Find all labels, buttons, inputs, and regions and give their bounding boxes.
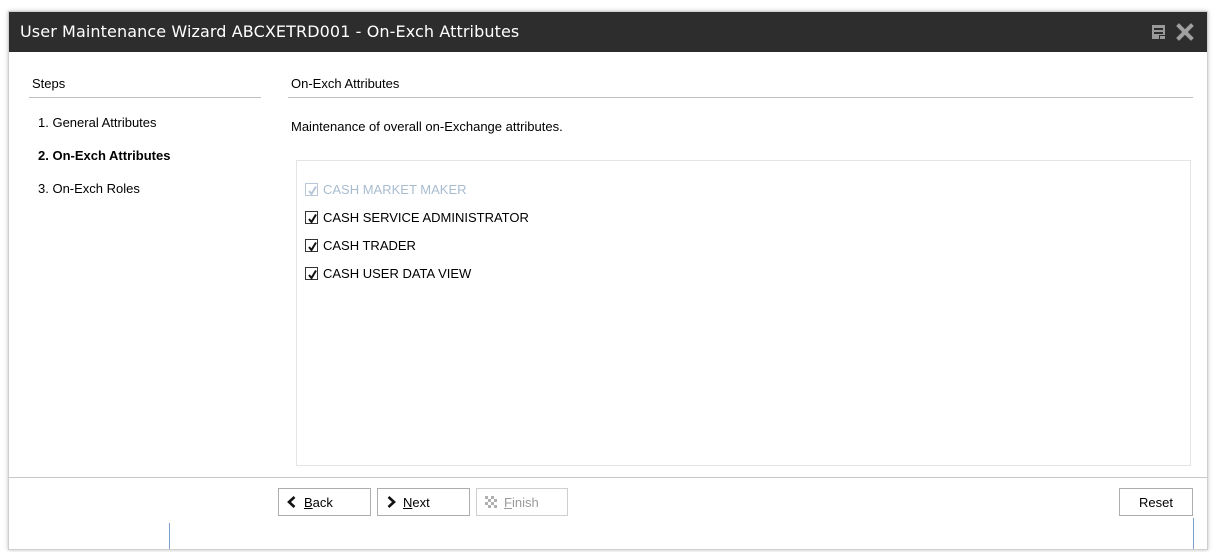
next-button[interactable]: Next — [377, 488, 470, 516]
status-divider-right — [1193, 518, 1194, 549]
page-description: Maintenance of overall on-Exchange attri… — [291, 119, 563, 134]
footer-divider — [9, 477, 1207, 478]
step-general-attributes[interactable]: 1. General Attributes — [38, 115, 157, 130]
reset-button[interactable]: Reset — [1119, 488, 1193, 516]
step-on-exch-attributes[interactable]: 2. On-Exch Attributes — [38, 148, 170, 163]
status-divider-left — [169, 523, 170, 549]
wizard-window: User Maintenance Wizard ABCXETRD001 - On… — [8, 11, 1208, 550]
checkered-flag-icon — [484, 495, 498, 509]
checkbox[interactable] — [305, 211, 318, 224]
finish-label: Finish — [504, 494, 539, 510]
chevron-left-icon — [286, 496, 298, 508]
content-divider — [288, 97, 1193, 98]
restore-icon[interactable] — [1150, 23, 1168, 41]
content-header: On-Exch Attributes — [291, 76, 400, 91]
checkbox[interactable] — [305, 239, 318, 252]
window-title: User Maintenance Wizard ABCXETRD001 - On… — [20, 22, 520, 41]
finish-button[interactable]: Finish — [476, 488, 568, 516]
back-button[interactable]: Back — [278, 488, 371, 516]
step-on-exch-roles[interactable]: 3. On-Exch Roles — [38, 181, 140, 196]
next-label: Next — [403, 494, 430, 510]
back-label: Back — [304, 494, 333, 510]
attributes-list: CASH MARKET MAKER CASH SERVICE ADMINISTR… — [296, 160, 1191, 466]
close-icon[interactable] — [1176, 23, 1194, 41]
attribute-label: CASH USER DATA VIEW — [323, 266, 472, 281]
checkbox[interactable] — [305, 267, 318, 280]
attribute-label: CASH SERVICE ADMINISTRATOR — [323, 210, 529, 225]
title-bar[interactable]: User Maintenance Wizard ABCXETRD001 - On… — [9, 12, 1207, 52]
steps-header: Steps — [32, 76, 66, 91]
attribute-label: CASH TRADER — [323, 238, 416, 253]
steps-divider — [29, 97, 261, 98]
chevron-right-icon — [385, 496, 397, 508]
attribute-label: CASH MARKET MAKER — [323, 182, 467, 197]
checkbox[interactable] — [305, 183, 318, 196]
